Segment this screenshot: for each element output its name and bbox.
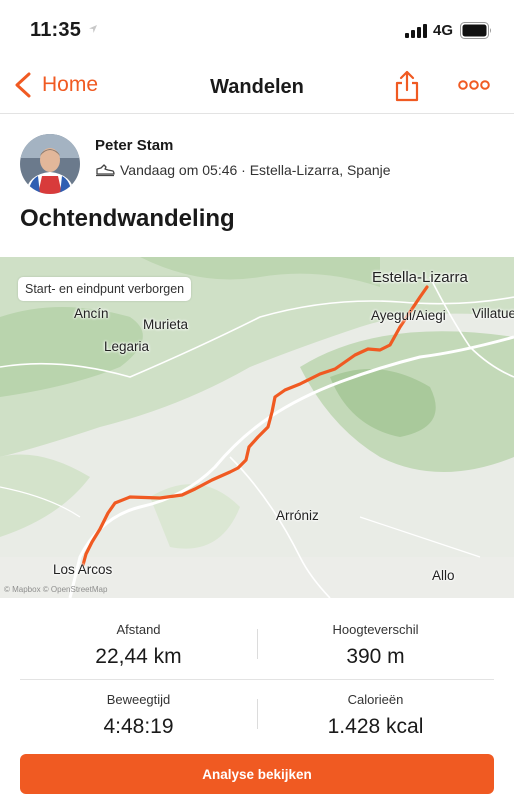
stat-label: Beweegtijd — [106, 692, 171, 707]
privacy-chip: Start- en eindpunt verborgen — [18, 277, 192, 301]
location-arrow-icon — [89, 25, 97, 33]
stat-elevation: Hoogteverschil 390 m — [257, 622, 494, 669]
stat-value: 4:48:19 — [103, 715, 174, 738]
map-label-murieta: Murieta — [143, 317, 189, 332]
stat-distance: Afstand 22,44 km — [20, 622, 257, 669]
athlete-header: Peter Stam Vandaag om 05:46 · Estella-Li… — [20, 134, 500, 196]
walking-shoe-icon — [96, 164, 115, 177]
back-label: Home — [42, 73, 99, 96]
avatar[interactable] — [20, 134, 80, 194]
map-label-allo: Allo — [432, 568, 455, 583]
status-bar: 11:35 4G — [0, 0, 514, 60]
map-label-legaria: Legaria — [104, 339, 150, 354]
activity-date-location: Vandaag om 05:46 · Estella-Lizarra, Span… — [120, 162, 391, 178]
map-label-ayegui: Ayegui/Aiegi — [371, 308, 446, 323]
stat-divider — [257, 629, 258, 659]
route-map[interactable]: Start- en eindpunt verborgen Estella-Liz… — [0, 257, 514, 598]
network-type: 4G — [433, 22, 454, 39]
battery-icon — [460, 22, 491, 39]
stat-value: 22,44 km — [95, 645, 182, 668]
map-attribution[interactable]: © Mapbox © OpenStreetMap — [4, 585, 107, 594]
stats-row-divider — [20, 679, 494, 680]
chevron-left-icon — [15, 72, 31, 98]
athlete-name[interactable]: Peter Stam — [95, 137, 173, 154]
analyse-button[interactable]: Analyse bekijken — [20, 754, 494, 794]
avatar-image — [20, 134, 80, 194]
share-icon[interactable] — [394, 70, 420, 102]
stat-value: 390 m — [346, 645, 405, 668]
stat-moving-time: Beweegtijd 4:48:19 — [20, 692, 257, 739]
stat-label: Hoogteverschil — [332, 622, 419, 637]
stat-label: Afstand — [116, 622, 161, 637]
cellular-signal-icon — [405, 24, 427, 38]
stat-label: Calorieën — [347, 692, 404, 707]
map-label-arroniz: Arróniz — [276, 508, 319, 523]
map-label-losarcos: Los Arcos — [53, 562, 113, 577]
back-button[interactable]: Home — [14, 72, 98, 98]
status-time: 11:35 — [30, 19, 82, 41]
map-label-estella: Estella-Lizarra — [372, 269, 468, 286]
nav-bar: Home Wandelen — [0, 60, 514, 114]
more-options-icon[interactable] — [458, 78, 490, 92]
activity-title: Ochtendwandeling — [20, 205, 235, 232]
activity-meta: Vandaag om 05:46 · Estella-Lizarra, Span… — [95, 162, 391, 178]
stat-divider — [257, 699, 258, 729]
map-label-ancin: Ancín — [74, 306, 109, 321]
stat-calories: Calorieën 1.428 kcal — [257, 692, 494, 739]
map-label-villatuerta: Villatue — [472, 306, 514, 321]
stat-value: 1.428 kcal — [327, 715, 424, 738]
